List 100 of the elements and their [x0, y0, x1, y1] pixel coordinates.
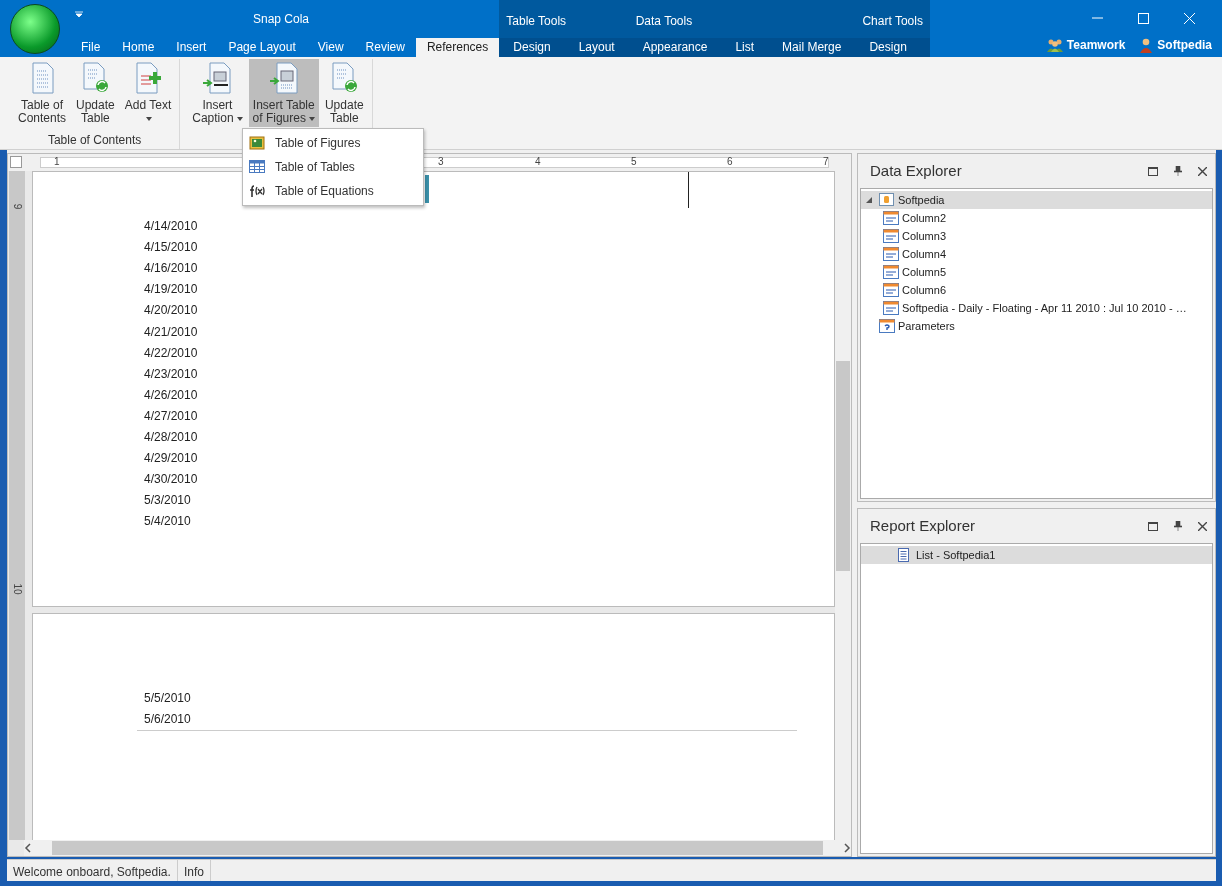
ruler-number: 9 — [11, 202, 23, 212]
maximize-icon — [1148, 521, 1158, 531]
date-text: 4/22/2010 — [144, 345, 198, 361]
context-group-label: Chart Tools — [861, 13, 924, 30]
text-field-icon — [883, 301, 899, 315]
context-group-label: Table Tools — [505, 13, 568, 30]
window-title: Snap Cola — [253, 11, 310, 28]
scroll-right-icon — [843, 843, 851, 853]
ribbon-tab[interactable]: List — [721, 38, 769, 57]
pin-icon — [1174, 521, 1182, 531]
text-cursor — [688, 172, 689, 208]
caret-icon — [308, 116, 315, 121]
dropdown-icon[interactable] — [75, 11, 83, 17]
people-icon — [1046, 38, 1063, 52]
tree-item[interactable]: Column3 — [861, 227, 1212, 245]
group-label: Table of Contents — [46, 132, 143, 149]
ribbon-tab[interactable]: Page Layout — [217, 38, 307, 57]
caret-icon — [146, 116, 153, 121]
date-text: 5/4/2010 — [144, 514, 191, 530]
tree-item[interactable]: Column2 — [861, 209, 1212, 227]
pin-icon — [1174, 166, 1182, 176]
ruler-number: 5 — [631, 156, 637, 168]
ribbon-tab[interactable]: Mail Merge — [768, 38, 856, 57]
date-text: 4/23/2010 — [144, 366, 198, 382]
tree-item[interactable]: Column5 — [861, 263, 1212, 281]
text-field-icon — [883, 247, 899, 261]
ruler-number: 6 — [727, 156, 733, 168]
date-text: 4/21/2010 — [144, 324, 198, 340]
date-text: 5/3/2010 — [144, 493, 191, 509]
tree-item[interactable]: Column6 — [861, 281, 1212, 299]
date-text: 4/19/2010 — [144, 282, 198, 298]
function-icon — [249, 184, 265, 198]
caret-icon — [236, 116, 243, 121]
user-name[interactable]: Teamwork — [1066, 36, 1126, 54]
ruler-number: 4 — [535, 156, 541, 168]
ribbon-button[interactable]: Insert Table of Figures — [248, 59, 319, 127]
ribbon-tab[interactable]: Layout — [564, 38, 629, 57]
text-field-icon — [883, 283, 899, 297]
maximize-icon — [1148, 166, 1158, 176]
ruler-number: 3 — [438, 156, 444, 168]
tree-item[interactable]: Softpedia - Daily - Floating - Apr 11 2010 : Jul 10 2010 - … — [861, 299, 1212, 317]
ribbon-tab[interactable]: Review — [354, 38, 416, 57]
ribbon-button[interactable]: Table of Contents — [14, 59, 71, 127]
panel-title: Data Explorer — [870, 160, 962, 181]
ruler-corner-icon[interactable] — [10, 156, 22, 168]
ribbon-tab[interactable]: References — [415, 38, 500, 57]
ribbon-button[interactable]: Update Table — [72, 59, 119, 127]
close-icon — [1198, 166, 1207, 176]
status-text: Welcome onboard, Softpedia. — [7, 860, 178, 881]
user-name[interactable]: Softpedia — [1157, 36, 1212, 54]
maximize-icon — [1137, 12, 1149, 24]
text-field-icon — [883, 211, 899, 225]
ribbon-button[interactable]: Update Table — [320, 59, 368, 127]
text-field-icon — [883, 265, 899, 279]
ribbon-button[interactable]: Insert Caption — [188, 59, 247, 127]
ribbon-tab[interactable]: View — [306, 38, 355, 57]
horizontal-scrollbar[interactable] — [24, 840, 851, 856]
table-edge — [425, 175, 429, 203]
date-text: 4/15/2010 — [144, 240, 198, 256]
date-text: 4/28/2010 — [144, 430, 198, 445]
help-icon — [879, 319, 895, 333]
date-text: 4/14/2010 — [144, 219, 198, 234]
date-text: 4/26/2010 — [144, 387, 198, 403]
ruler-number: 10 — [11, 583, 23, 594]
date-text: 4/27/2010 — [144, 408, 198, 424]
context-group-label: Data Tools — [634, 13, 694, 30]
menu-item[interactable]: Table of Equations — [243, 179, 423, 203]
person-icon — [1139, 37, 1154, 53]
ribbon-tab[interactable]: Home — [111, 38, 166, 57]
ribbon-tab[interactable]: Appearance — [628, 38, 722, 57]
ribbon-button[interactable]: Add Text — [120, 59, 176, 127]
menu-item[interactable]: Table of Figures — [243, 131, 423, 155]
ribbon-tab[interactable]: File — [70, 38, 112, 57]
tree-item[interactable]: Parameters — [861, 317, 1212, 335]
date-text: 4/20/2010 — [144, 303, 198, 319]
database-icon — [879, 193, 895, 207]
ribbon-tab[interactable]: Design — [499, 38, 565, 57]
date-text: 4/16/2010 — [144, 261, 198, 277]
menu-item[interactable]: Table of Tables — [243, 155, 423, 179]
close-icon — [1198, 521, 1207, 531]
date-text: 4/29/2010 — [144, 451, 198, 467]
status-text: Info — [177, 860, 211, 881]
text-field-icon — [883, 229, 899, 243]
ruler-number: 1 — [54, 156, 60, 168]
document-refresh-icon — [80, 62, 111, 94]
date-text: 4/30/2010 — [144, 472, 198, 488]
close-icon — [1183, 12, 1195, 24]
ruler-number: 7 — [823, 156, 829, 168]
app-logo[interactable] — [10, 4, 60, 54]
scroll-left-icon — [24, 843, 32, 853]
ribbon-tab[interactable]: Insert — [165, 38, 218, 57]
document-refresh-icon — [329, 62, 360, 94]
tree-item[interactable]: Column4 — [861, 245, 1212, 263]
panel-title: Report Explorer — [870, 515, 976, 536]
document-arrow-icon — [268, 62, 299, 94]
picture-icon — [249, 136, 265, 150]
tree-item[interactable]: List - Softpedia1 — [861, 546, 1212, 564]
date-text: 5/5/2010 — [144, 691, 191, 706]
tree-item[interactable]: Softpedia — [861, 191, 1212, 209]
date-text: 5/6/2010 — [144, 712, 191, 728]
